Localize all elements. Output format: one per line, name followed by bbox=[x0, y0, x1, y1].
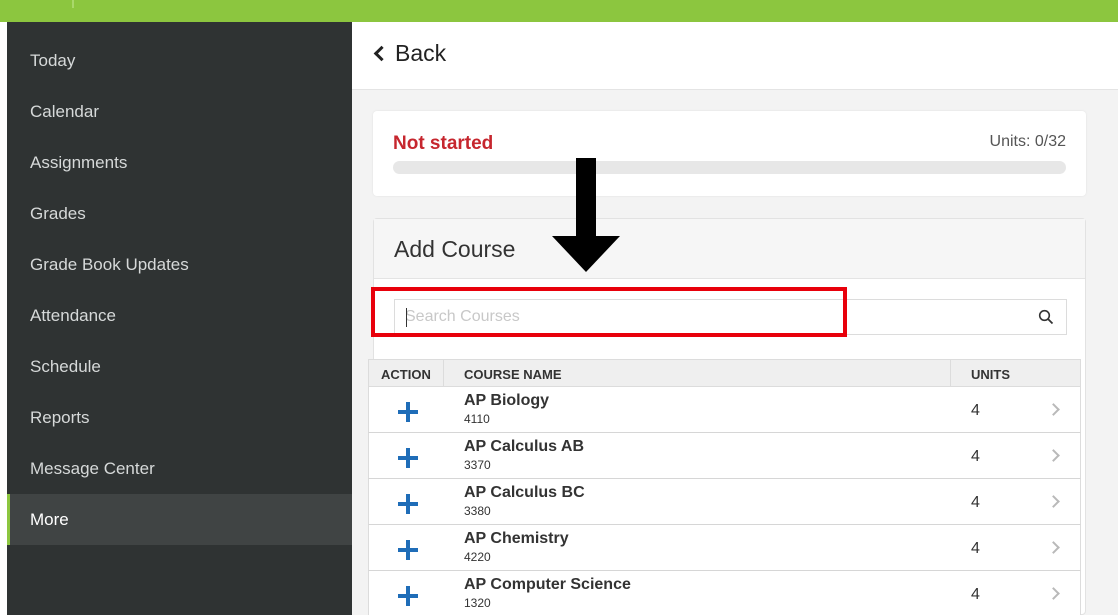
chevron-right-icon[interactable] bbox=[1047, 587, 1060, 600]
course-units: 4 bbox=[971, 402, 980, 419]
sidebar-item-more[interactable]: More bbox=[7, 494, 352, 545]
sidebar-item-label: Assignments bbox=[30, 152, 128, 172]
column-divider bbox=[443, 360, 444, 387]
table-row[interactable]: AP Calculus BC 3380 4 bbox=[368, 479, 1081, 525]
top-bar bbox=[0, 0, 1118, 22]
table-row[interactable]: AP Computer Science 1320 4 bbox=[368, 571, 1081, 615]
table-header: ACTION COURSE NAME UNITS bbox=[368, 359, 1081, 387]
sidebar-item-today[interactable]: Today bbox=[7, 35, 352, 86]
plus-icon[interactable] bbox=[398, 540, 418, 560]
course-name: AP Computer Science bbox=[464, 576, 631, 593]
highlight-box bbox=[371, 287, 847, 337]
down-arrow-icon bbox=[552, 158, 620, 272]
plus-icon[interactable] bbox=[398, 586, 418, 606]
sidebar-item-grade-book-updates[interactable]: Grade Book Updates bbox=[7, 239, 352, 290]
sidebar-item-label: Schedule bbox=[30, 356, 101, 376]
progress-bar bbox=[393, 161, 1066, 174]
sidebar-item-label: Today bbox=[30, 50, 76, 70]
back-label: Back bbox=[395, 40, 447, 66]
sidebar-item-label: Reports bbox=[30, 407, 90, 427]
sidebar-item-assignments[interactable]: Assignments bbox=[7, 137, 352, 188]
chevron-right-icon[interactable] bbox=[1047, 495, 1060, 508]
course-number: 4110 bbox=[464, 412, 490, 426]
add-course-header: Add Course bbox=[374, 219, 1085, 279]
sidebar-item-calendar[interactable]: Calendar bbox=[7, 86, 352, 137]
add-course-title: Add Course bbox=[394, 236, 516, 262]
course-name: AP Calculus BC bbox=[464, 484, 585, 501]
course-name: AP Calculus AB bbox=[464, 438, 585, 455]
sidebar-item-schedule[interactable]: Schedule bbox=[7, 341, 352, 392]
table-row[interactable]: AP Chemistry 4220 4 bbox=[368, 525, 1081, 571]
chevron-right-icon[interactable] bbox=[1047, 449, 1060, 462]
left-edge bbox=[0, 22, 7, 615]
sidebar-item-label: More bbox=[30, 509, 69, 529]
column-header-action: ACTION bbox=[381, 367, 431, 382]
chevron-right-icon[interactable] bbox=[1047, 403, 1060, 416]
units-counter: Units: 0/32 bbox=[989, 133, 1066, 150]
back-button[interactable]: Back bbox=[372, 40, 446, 67]
plus-icon[interactable] bbox=[398, 448, 418, 468]
course-number: 1320 bbox=[464, 596, 491, 610]
course-number: 3380 bbox=[464, 504, 491, 518]
sidebar-item-grades[interactable]: Grades bbox=[7, 188, 352, 239]
status-label: Not started bbox=[393, 133, 494, 154]
chevron-left-icon bbox=[373, 45, 390, 62]
sidebar-item-reports[interactable]: Reports bbox=[7, 392, 352, 443]
column-header-course-name[interactable]: COURSE NAME bbox=[464, 367, 562, 382]
back-bar: Back bbox=[352, 22, 1118, 90]
sidebar-item-attendance[interactable]: Attendance bbox=[7, 290, 352, 341]
course-number: 3370 bbox=[464, 458, 491, 472]
course-number: 4220 bbox=[464, 550, 491, 564]
column-header-units[interactable]: UNITS bbox=[971, 367, 1010, 382]
course-units: 4 bbox=[971, 494, 980, 511]
course-units: 4 bbox=[971, 540, 980, 557]
progress-card: Not started Units: 0/32 bbox=[373, 111, 1086, 196]
sidebar-item-label: Grades bbox=[30, 203, 86, 223]
course-units: 4 bbox=[971, 586, 980, 603]
search-icon[interactable] bbox=[1038, 309, 1054, 325]
course-name: AP Biology bbox=[464, 392, 550, 409]
course-name: AP Chemistry bbox=[464, 530, 569, 547]
top-bar-divider bbox=[72, 0, 74, 8]
sidebar-item-label: Calendar bbox=[30, 101, 99, 121]
sidebar-item-label: Attendance bbox=[30, 305, 117, 325]
table-row[interactable]: AP Biology 4110 4 bbox=[368, 387, 1081, 433]
sidebar-item-message-center[interactable]: Message Center bbox=[7, 443, 352, 494]
sidebar: Today Calendar Assignments Grades Grade … bbox=[7, 22, 352, 615]
sidebar-item-label: Message Center bbox=[30, 458, 155, 478]
table-row[interactable]: AP Calculus AB 3370 4 bbox=[368, 433, 1081, 479]
plus-icon[interactable] bbox=[398, 402, 418, 422]
column-divider bbox=[950, 360, 951, 387]
course-units: 4 bbox=[971, 448, 980, 465]
chevron-right-icon[interactable] bbox=[1047, 541, 1060, 554]
plus-icon[interactable] bbox=[398, 494, 418, 514]
sidebar-item-label: Grade Book Updates bbox=[30, 254, 189, 274]
